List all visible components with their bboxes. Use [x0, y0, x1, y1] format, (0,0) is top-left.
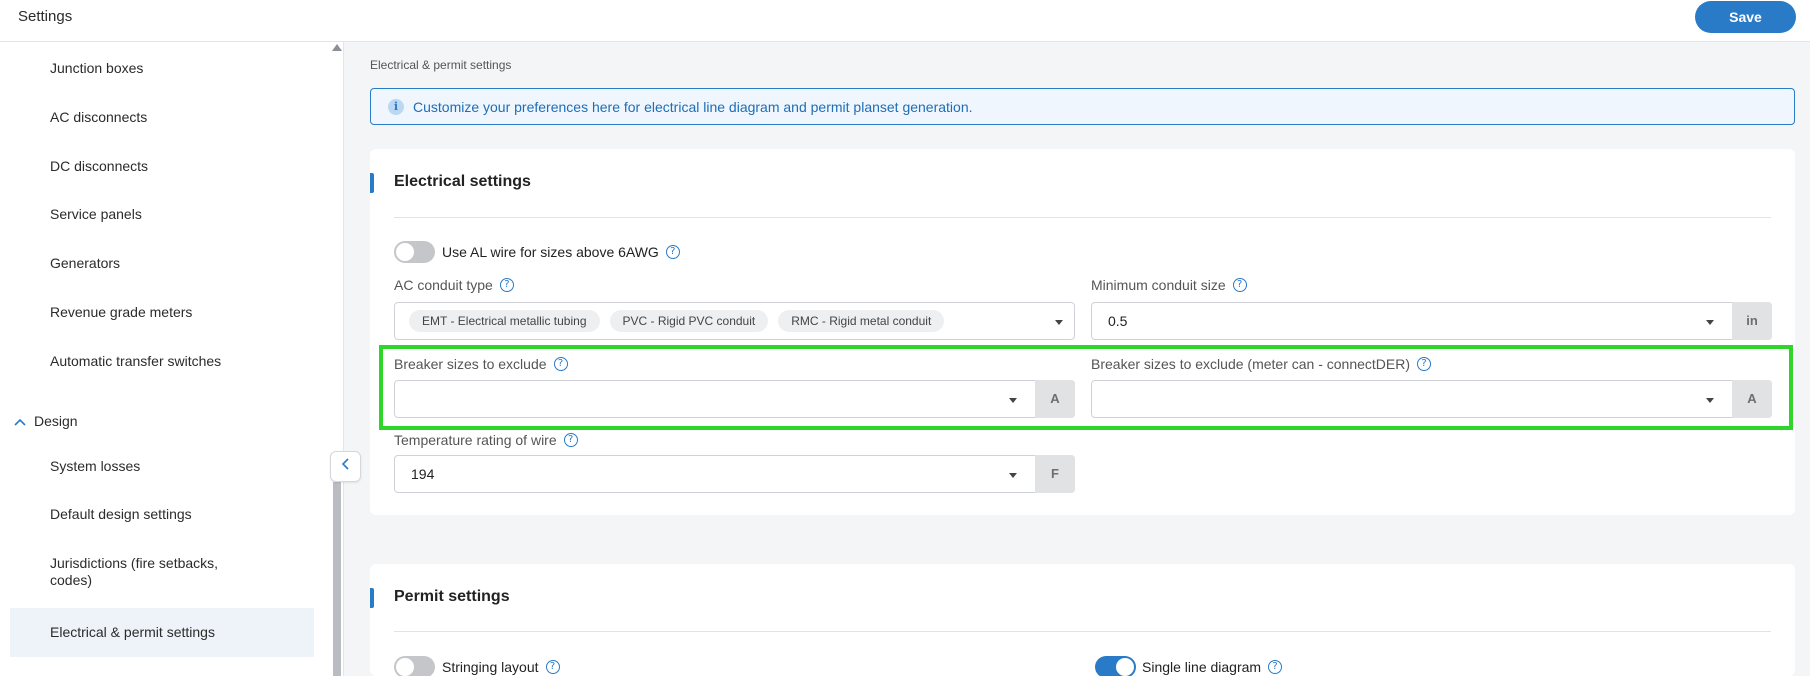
single-line-diagram-toggle-label: Single line diagram ? [1142, 656, 1283, 676]
highlight-box [379, 345, 1793, 430]
chevron-up-icon [14, 414, 26, 429]
ac-conduit-type-label: AC conduit type ? [394, 277, 514, 293]
al-wire-label-text: Use AL wire for sizes above 6AWG [442, 244, 659, 260]
ac-conduit-type-select[interactable]: EMT - Electrical metallic tubing PVC - R… [394, 302, 1075, 340]
chip-pvc[interactable]: PVC - Rigid PVC conduit [609, 310, 769, 332]
save-button[interactable]: Save [1695, 1, 1796, 33]
sidebar-item-generators[interactable]: Generators [50, 255, 120, 272]
info-banner: i Customize your preferences here for el… [370, 88, 1795, 125]
divider [394, 217, 1771, 218]
divider [394, 631, 1771, 632]
collapse-sidebar-button[interactable] [330, 451, 361, 482]
stringing-layout-toggle[interactable] [394, 656, 435, 676]
help-icon[interactable]: ? [563, 433, 578, 447]
chevron-left-icon [341, 458, 349, 470]
sidebar-item-ac-disconnects[interactable]: AC disconnects [50, 109, 147, 126]
section-accent [370, 173, 374, 193]
min-conduit-size-label-text: Minimum conduit size [1091, 277, 1226, 293]
sidebar-group-label: Design [34, 413, 78, 429]
min-conduit-size-value: 0.5 [1108, 313, 1128, 329]
electrical-settings-card: Electrical settings Use AL wire for size… [370, 149, 1795, 515]
unit-label: F [1035, 455, 1075, 493]
permit-settings-card: Permit settings Stringing layout ? Singl… [370, 564, 1795, 676]
al-wire-toggle-label: Use AL wire for sizes above 6AWG ? [442, 241, 680, 263]
sidebar-item-electrical-permit-settings[interactable]: Electrical & permit settings [50, 624, 215, 641]
page-title: Settings [18, 8, 73, 25]
help-icon[interactable]: ? [499, 278, 514, 292]
temp-rating-value: 194 [411, 466, 435, 482]
permit-settings-title: Permit settings [394, 588, 510, 605]
sidebar-item-service-panels[interactable]: Service panels [50, 206, 142, 223]
ac-conduit-type-label-text: AC conduit type [394, 277, 493, 293]
help-icon[interactable]: ? [665, 245, 680, 259]
al-wire-toggle[interactable] [394, 241, 435, 263]
scroll-up-arrow-icon[interactable] [332, 44, 342, 51]
sidebar-item-system-losses[interactable]: System losses [50, 458, 140, 475]
sidebar-item-default-design-settings[interactable]: Default design settings [50, 506, 192, 523]
breadcrumb: Electrical & permit settings [370, 58, 512, 72]
single-line-diagram-label-text: Single line diagram [1142, 659, 1262, 675]
temp-rating-label: Temperature rating of wire ? [394, 432, 578, 448]
sidebar-item-junction-boxes[interactable]: Junction boxes [50, 60, 143, 77]
info-icon: i [388, 98, 404, 115]
chip-rmc[interactable]: RMC - Rigid metal conduit [778, 310, 945, 332]
stringing-layout-toggle-label: Stringing layout ? [442, 656, 560, 676]
unit-label: in [1732, 302, 1772, 340]
top-bar: Settings Save [0, 0, 1810, 42]
chip-emt[interactable]: EMT - Electrical metallic tubing [409, 310, 600, 332]
help-icon[interactable]: ? [1232, 278, 1247, 292]
chevron-down-icon[interactable] [1706, 320, 1714, 325]
section-accent [370, 588, 374, 608]
sidebar-item-revenue-grade-meters[interactable]: Revenue grade meters [50, 304, 192, 321]
sidebar-item-jurisdictions[interactable]: Jurisdictions (fire setbacks, codes) [50, 555, 250, 589]
sidebar: Junction boxes AC disconnects DC disconn… [0, 42, 344, 676]
info-banner-text: Customize your preferences here for elec… [413, 98, 973, 115]
stringing-layout-label-text: Stringing layout [442, 659, 539, 675]
chevron-down-icon[interactable] [1055, 320, 1063, 325]
sidebar-item-dc-disconnects[interactable]: DC disconnects [50, 158, 148, 175]
help-icon[interactable]: ? [1268, 660, 1283, 674]
min-conduit-size-select[interactable]: 0.5 in [1091, 302, 1772, 340]
sidebar-item-automatic-transfer-switches[interactable]: Automatic transfer switches [50, 353, 221, 370]
temp-rating-select[interactable]: 194 F [394, 455, 1075, 493]
electrical-settings-title: Electrical settings [394, 173, 531, 190]
single-line-diagram-toggle[interactable] [1095, 656, 1136, 676]
sidebar-group-design[interactable]: Design [14, 413, 78, 429]
help-icon[interactable]: ? [545, 660, 560, 674]
chevron-down-icon[interactable] [1009, 473, 1017, 478]
sidebar-scrollbar-thumb[interactable] [333, 482, 341, 676]
min-conduit-size-label: Minimum conduit size ? [1091, 277, 1247, 293]
temp-rating-label-text: Temperature rating of wire [394, 432, 557, 448]
